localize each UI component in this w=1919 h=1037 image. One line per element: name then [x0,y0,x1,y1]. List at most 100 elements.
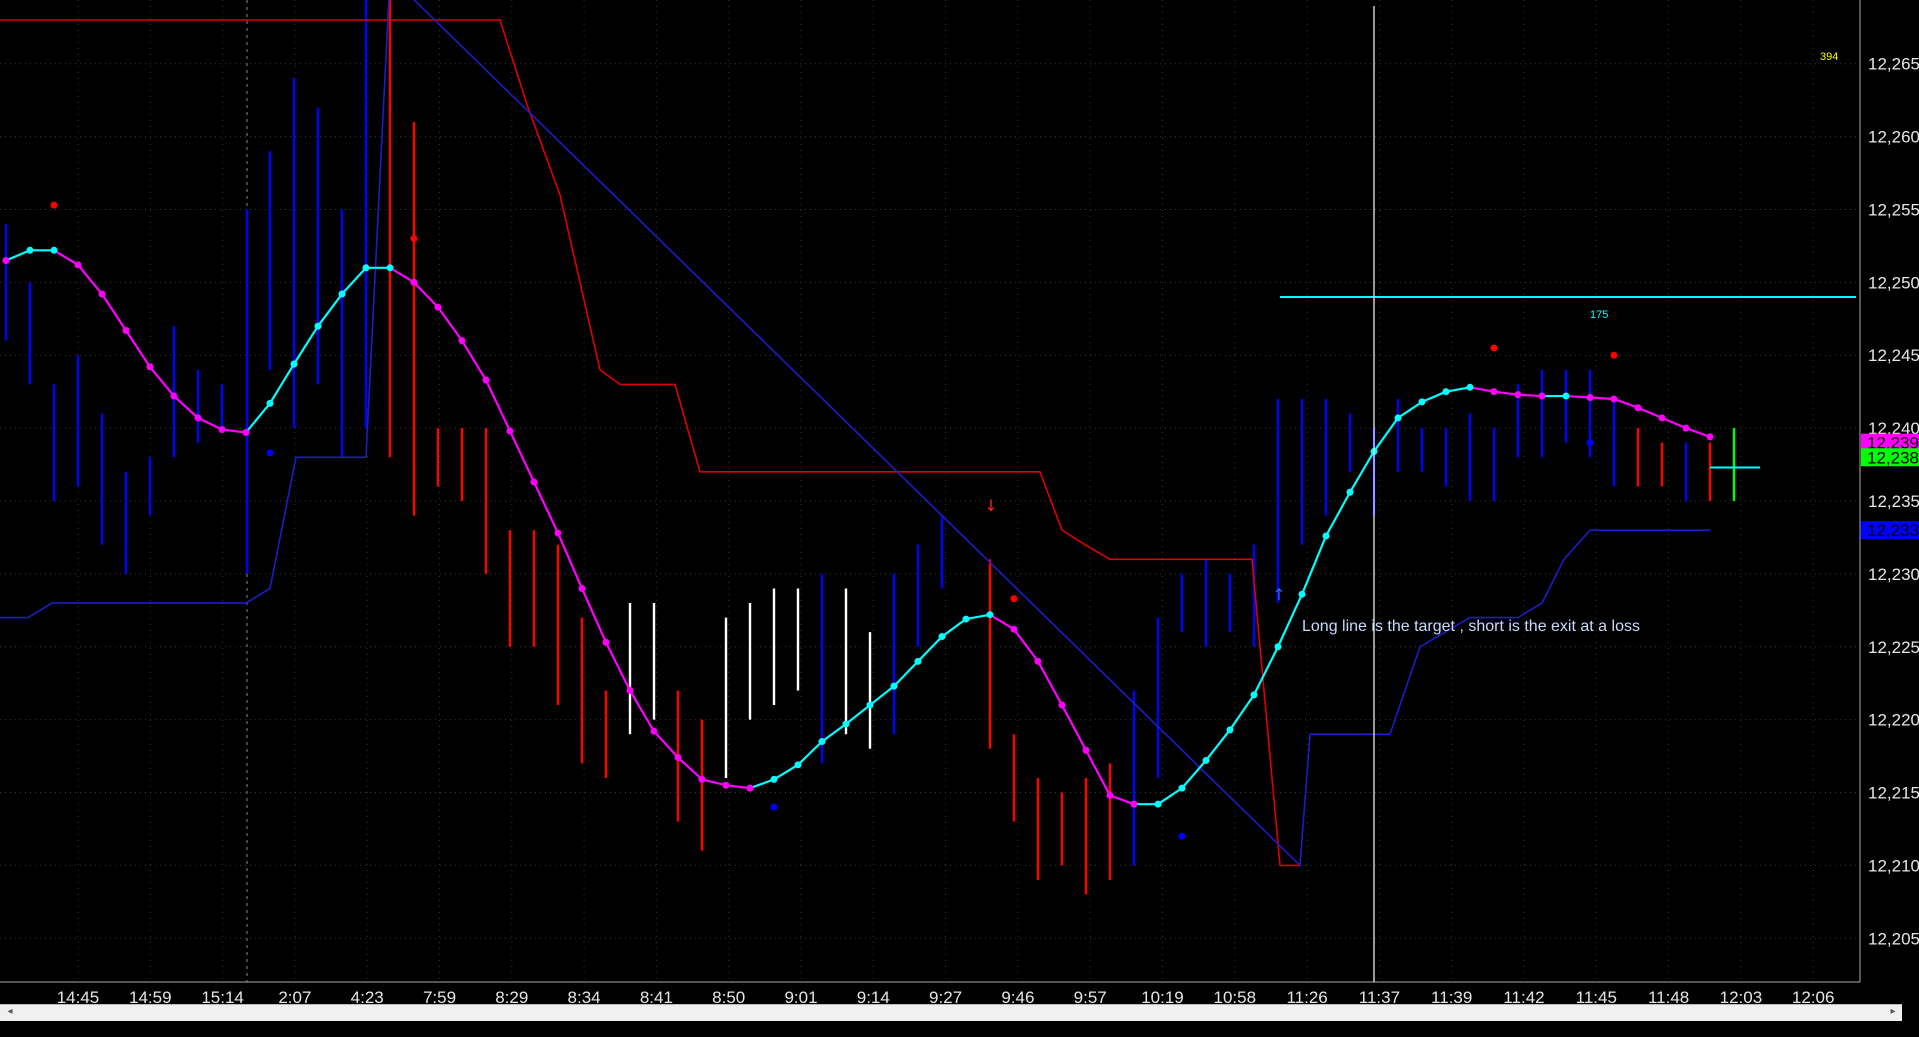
ma-point [1706,433,1714,441]
ma-point [866,701,874,709]
x-tick-label: 4:23 [351,988,384,1004]
x-tick-label: 8:50 [712,988,745,1004]
signal-dot [410,235,418,243]
ma-point [2,257,10,264]
ma-point [1058,701,1066,709]
x-tick-label: 9:57 [1074,988,1107,1004]
ma-point [770,775,778,783]
ma-point [818,738,826,745]
ma-point [698,775,706,783]
ma-point [1346,488,1354,496]
ma-point [602,638,610,646]
x-tick-label: 10:58 [1214,988,1257,1004]
ma-point [362,264,370,272]
ma-point [1226,726,1234,734]
ma-point [1466,383,1474,391]
ma-point [1394,414,1402,422]
ma-point [842,720,850,728]
ma-point [1034,657,1042,665]
ma-point [74,261,82,269]
ma-point [170,392,178,400]
ma-point [338,290,346,298]
ma-point [530,478,538,486]
ma-point [746,784,754,792]
ma-point [1130,800,1138,808]
signal-dot [1610,351,1618,359]
ma-point [1538,392,1546,400]
x-tick-label: 14:45 [57,988,100,1004]
ma-point [194,414,202,422]
y-tick-label: 12,265 [1868,55,1919,74]
ma-point [218,426,226,434]
annotation-175: 175 [1590,309,1608,321]
price-marker-label: 12,238 [1867,448,1919,467]
ma-point [1178,784,1186,792]
x-tick-label: 11:26 [1286,988,1327,1004]
ma-segment [1517,393,1543,398]
x-tick-label: 11:45 [1576,988,1617,1004]
x-tick-label: 2:07 [278,988,311,1004]
scroll-right-icon[interactable]: ▸ [1886,1006,1900,1018]
ma-point [1562,392,1570,400]
ma-point [458,337,466,345]
price-chart[interactable]: ↓↑ 12,20512,21012,21512,22012,22512,2301… [0,0,1919,1004]
horizontal-scrollbar[interactable] [0,1004,1902,1021]
ma-point [1514,391,1522,399]
ma-point [794,761,802,769]
ma-point [986,611,994,619]
x-tick-label: 8:41 [640,988,673,1004]
ma-point [914,657,922,665]
y-tick-label: 12,260 [1868,128,1919,147]
signal-dot [266,449,274,457]
x-tick-label: 9:27 [929,988,962,1004]
y-tick-label: 12,235 [1868,492,1919,511]
x-tick-label: 9:46 [1001,988,1034,1004]
ma-point [1610,395,1618,403]
ma-segment [1565,394,1591,399]
x-tick-label: 12:03 [1720,988,1763,1004]
signal-dot [1010,595,1018,603]
ma-point [650,727,658,735]
ma-point [1490,388,1498,396]
x-tick-label: 15:14 [201,988,244,1004]
ma-point [626,686,634,694]
ma-point [722,781,730,789]
ma-point [1106,791,1114,799]
ma-point [1634,404,1642,412]
scroll-left-icon[interactable]: ◂ [3,1006,17,1018]
y-tick-label: 12,215 [1868,784,1919,803]
x-tick-label: 11:48 [1648,988,1689,1004]
ma-point [26,246,34,254]
ma-point [314,322,322,330]
x-tick-label: 12:06 [1792,988,1835,1004]
signal-dot [1178,832,1186,840]
ma-point [242,428,250,436]
ma-point [146,363,154,371]
ma-point [938,633,946,641]
x-tick-label: 7:59 [423,988,456,1004]
ma-point [674,754,682,762]
x-tick-label: 9:14 [857,988,890,1004]
ma-segment [1589,396,1615,401]
up-arrow-icon: ↑ [1272,585,1285,604]
signal-dot [50,201,58,209]
ma-point [98,290,106,298]
ma-point [1418,398,1426,406]
ma-point [290,360,298,368]
ma-point [554,529,562,537]
y-tick-label: 12,255 [1868,200,1919,219]
x-tick-label: 14:59 [129,988,172,1004]
ma-point [1298,590,1306,598]
ma-point [434,303,442,311]
y-tick-label: 12,250 [1868,273,1919,292]
signal-dot [1490,344,1498,352]
ma-point [578,584,586,592]
ma-point [50,246,58,254]
y-tick-label: 12,220 [1868,711,1919,730]
down-arrow-icon: ↓ [984,496,997,515]
x-tick-label: 9:01 [784,988,817,1004]
ma-point [386,264,394,272]
ma-point [266,399,274,407]
y-tick-label: 12,205 [1868,929,1919,948]
ma-point [962,615,970,623]
